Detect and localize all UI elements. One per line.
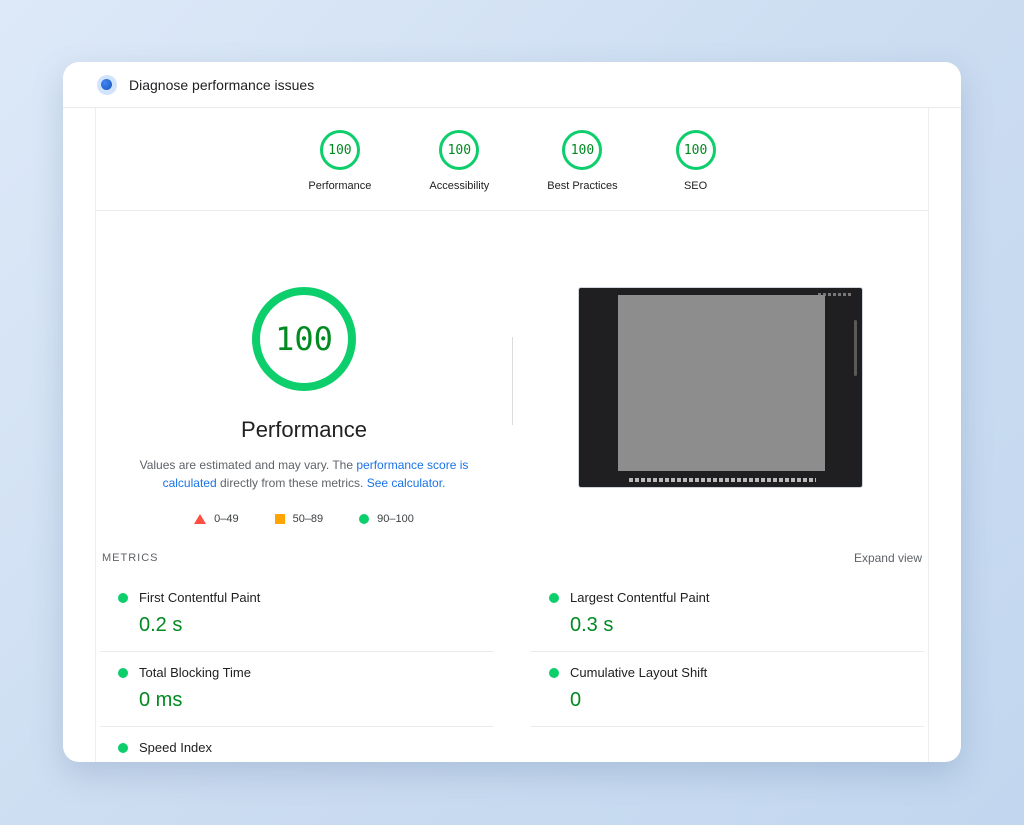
page-title: Diagnose performance issues [129,77,314,93]
report-header: Diagnose performance issues [63,62,961,108]
metric-label-row: Cumulative Layout Shift [549,665,924,680]
metric-label-row: Largest Contentful Paint [549,590,924,605]
legend-item-average: 50–89 [275,513,324,525]
metric-first-contentful-paint: First Contentful Paint 0.2 s [100,577,493,652]
metric-name: Total Blocking Time [139,665,251,680]
metric-speed-index: Speed Index 0.3 s [100,727,493,762]
metric-value: 0.3 s [570,614,924,637]
score-disclaimer-text: Values are estimated and may vary. The p… [137,456,472,492]
metric-name: Largest Contentful Paint [570,590,709,605]
score-summary-row: 100 Performance 100 Accessibility 100 Be… [96,108,928,211]
pass-dot-icon [118,668,128,678]
metric-largest-contentful-paint: Largest Contentful Paint 0.3 s [531,577,924,652]
expand-view-button[interactable]: Expand view [854,551,922,565]
score-gauge-performance[interactable]: 100 Performance [308,130,371,192]
thumbnail-page-content [618,295,825,471]
metric-total-blocking-time: Total Blocking Time 0 ms [100,652,493,727]
metric-label-row: Total Blocking Time [118,665,493,680]
screenshot-column [512,287,928,525]
performance-section-title: Performance [96,417,512,443]
lighthouse-report-card: Diagnose performance issues 100 Performa… [63,62,961,762]
disclaimer-part1: Values are estimated and may vary. The [140,458,357,472]
metric-label-row: Speed Index [118,740,493,755]
metric-name: Cumulative Layout Shift [570,665,707,680]
pass-dot-icon [549,593,559,603]
metrics-section-title: METRICS [102,552,159,564]
legend-range: 50–89 [293,513,324,525]
metrics-header-row: METRICS Expand view [100,547,924,577]
legend-item-fail: 0–49 [194,513,238,525]
score-gauge-seo[interactable]: 100 SEO [676,130,716,192]
disclaimer-part2: directly from these metrics. [217,476,367,490]
legend-item-pass: 90–100 [359,513,414,525]
score-label: Accessibility [429,180,489,192]
metric-cumulative-layout-shift: Cumulative Layout Shift 0 [531,652,924,727]
fail-triangle-icon [194,514,206,524]
average-square-icon [275,514,285,524]
metrics-grid: First Contentful Paint 0.2 s Largest Con… [100,577,924,762]
metric-value: 0 [570,689,924,712]
pass-dot-icon [118,593,128,603]
metric-name: First Contentful Paint [139,590,260,605]
thumbnail-caption-text-placeholder [629,478,816,482]
score-ring: 100 [320,130,360,170]
metric-label-row: First Contentful Paint [118,590,493,605]
metrics-section: METRICS Expand view First Contentful Pai… [96,547,928,762]
score-gauge-best-practices[interactable]: 100 Best Practices [547,130,617,192]
performance-score-gauge: 100 [252,287,356,391]
report-body: 100 Performance 100 Accessibility 100 Be… [95,108,929,762]
legend-range: 90–100 [377,513,414,525]
lighthouse-beacon-icon [97,75,117,95]
thumbnail-scrollbar [854,320,857,376]
score-gauge-accessibility[interactable]: 100 Accessibility [429,130,489,192]
score-label: SEO [684,180,707,192]
see-calculator-link[interactable]: See calculator. [367,476,446,490]
metric-value: 0.2 s [139,614,493,637]
score-ring: 100 [562,130,602,170]
score-label: Performance [308,180,371,192]
pass-circle-icon [359,514,369,524]
pass-dot-icon [118,743,128,753]
performance-overview-section: 100 Performance Values are estimated and… [96,211,928,547]
score-label: Best Practices [547,180,617,192]
page-screenshot-thumbnail[interactable] [578,287,863,488]
score-ring: 100 [439,130,479,170]
metric-empty-cell [531,727,924,762]
pass-dot-icon [549,668,559,678]
metric-value: 0 ms [139,689,493,712]
score-scale-legend: 0–49 50–89 90–100 [96,513,512,525]
metric-name: Speed Index [139,740,212,755]
score-ring: 100 [676,130,716,170]
legend-range: 0–49 [214,513,238,525]
performance-gauge-column: 100 Performance Values are estimated and… [96,287,512,525]
